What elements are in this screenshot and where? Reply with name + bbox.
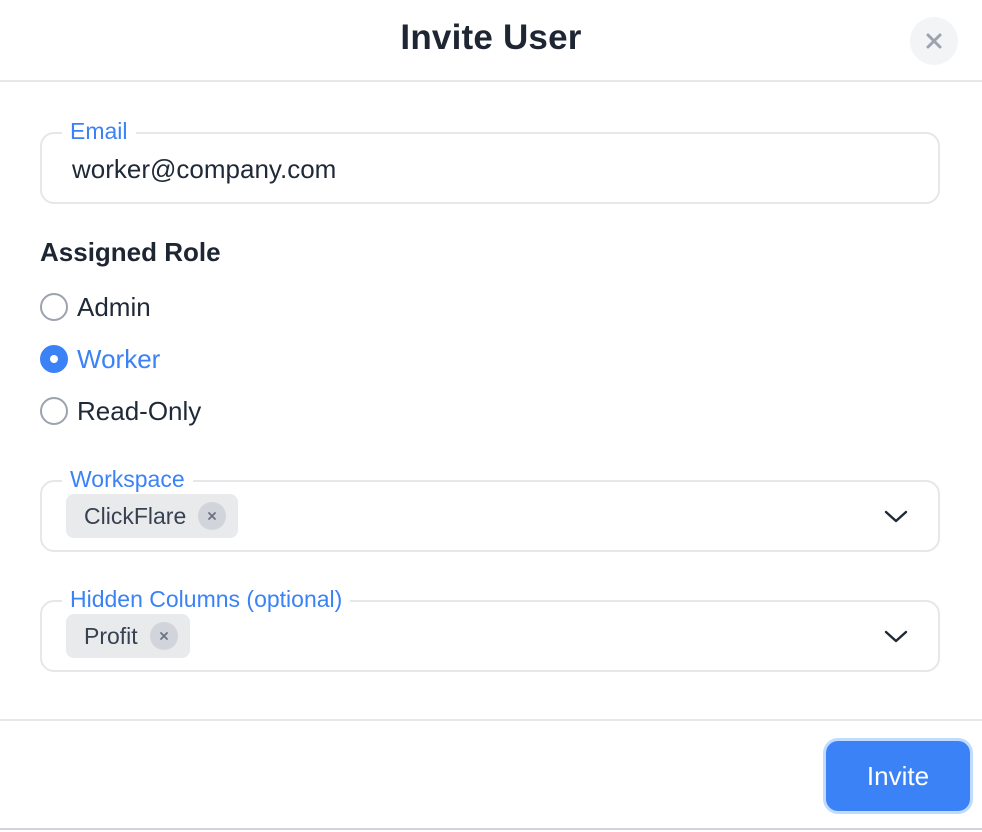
role-option-read-only[interactable]: Read-Only [40,394,201,428]
chevron-down-icon[interactable] [884,506,908,526]
invite-user-dialog: Invite User Email Assigned Role Admin Wo… [0,0,982,832]
hidden-columns-label: Hidden Columns (optional) [62,584,351,614]
footer-divider [0,719,982,721]
dialog-title: Invite User [400,18,582,57]
hidden-columns-select[interactable]: Hidden Columns (optional) Profit [40,584,940,672]
role-option-label: Read-Only [77,395,202,426]
hidden-column-chip: Profit [66,614,190,658]
radio-unchecked-icon[interactable] [40,293,68,321]
role-option-admin[interactable]: Admin [40,290,151,324]
close-icon [159,632,168,640]
workspace-select[interactable]: Workspace ClickFlare [40,464,940,552]
chip-label: ClickFlare [84,502,187,529]
close-icon [926,33,942,49]
chip-remove-button[interactable] [198,502,227,530]
radio-unchecked-icon[interactable] [40,397,68,425]
email-label: Email [62,116,136,146]
dialog-header: Invite User [0,0,982,82]
radio-checked-icon[interactable] [40,345,68,373]
assigned-role-heading: Assigned Role [40,237,221,267]
close-button[interactable] [910,17,958,65]
chip-remove-button[interactable] [149,622,178,650]
role-option-label: Worker [77,343,161,374]
chip-label: Profit [84,622,138,649]
invite-button[interactable]: Invite [826,741,970,811]
email-input[interactable] [72,152,912,186]
dialog-bottom-edge [0,828,982,830]
chevron-down-icon[interactable] [884,626,908,646]
role-option-worker[interactable]: Worker [40,342,160,376]
workspace-chip: ClickFlare [66,494,239,538]
workspace-label: Workspace [62,464,193,494]
email-field[interactable]: Email [40,116,940,204]
close-icon [208,512,217,520]
role-option-label: Admin [77,291,151,322]
